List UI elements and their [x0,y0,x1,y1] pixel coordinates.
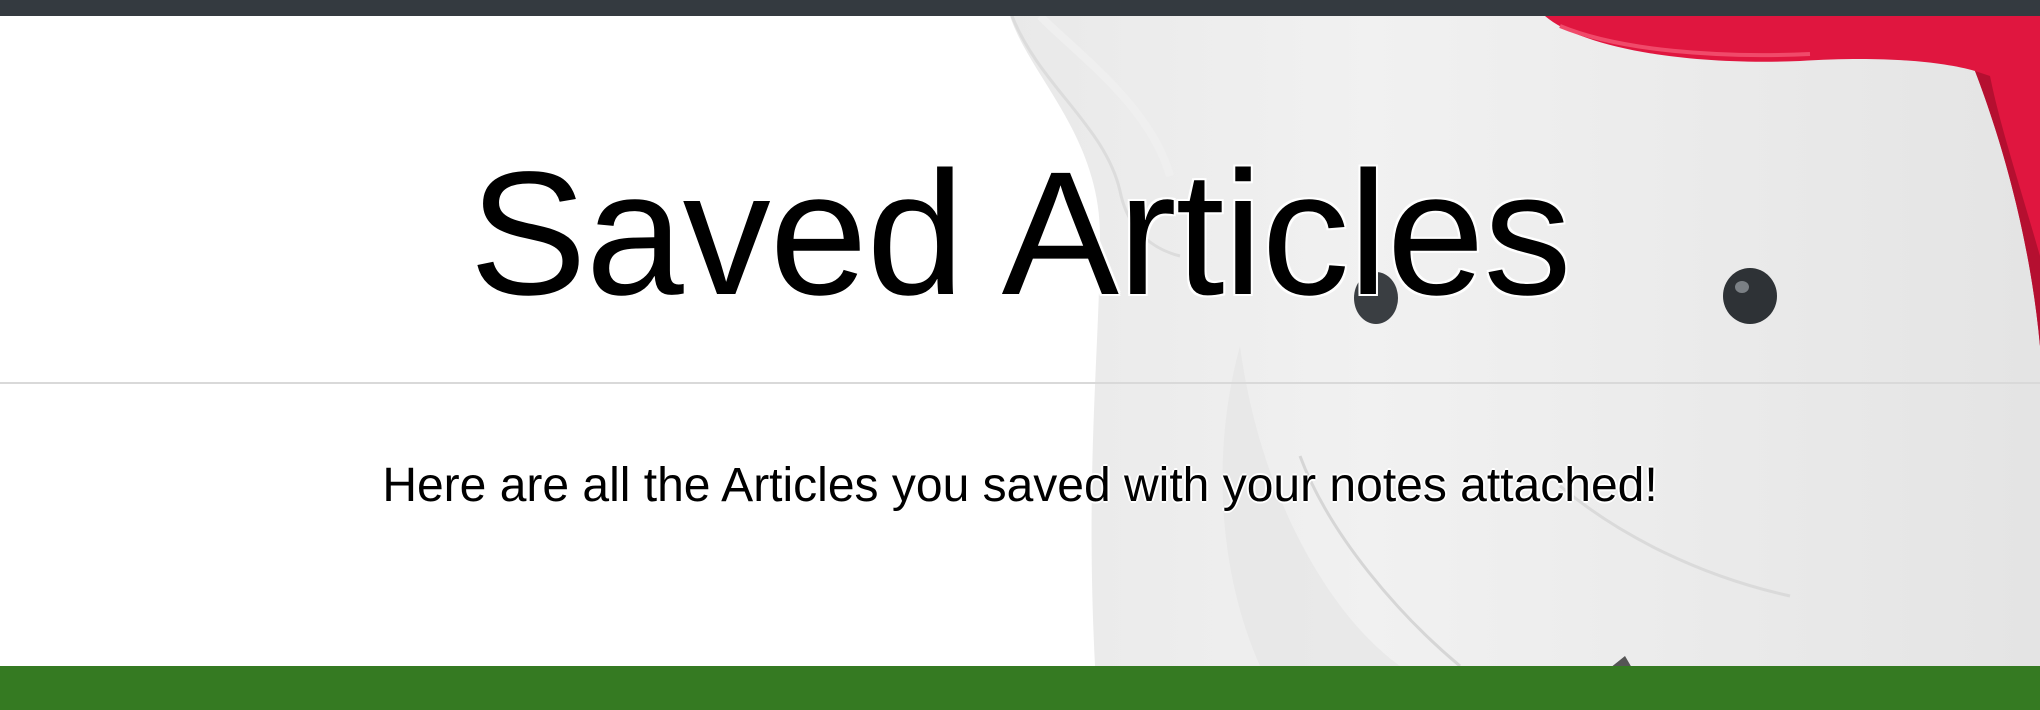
jumbotron: Saved Articles Here are all the Articles… [0,16,2040,666]
section-bar [0,666,2040,710]
top-navbar [0,0,2040,16]
divider [0,382,2040,384]
lead-text: Here are all the Articles you saved with… [382,459,1658,512]
page-title: Saved Articles [469,136,1571,332]
page: Saved Articles Here are all the Articles… [0,0,2040,710]
